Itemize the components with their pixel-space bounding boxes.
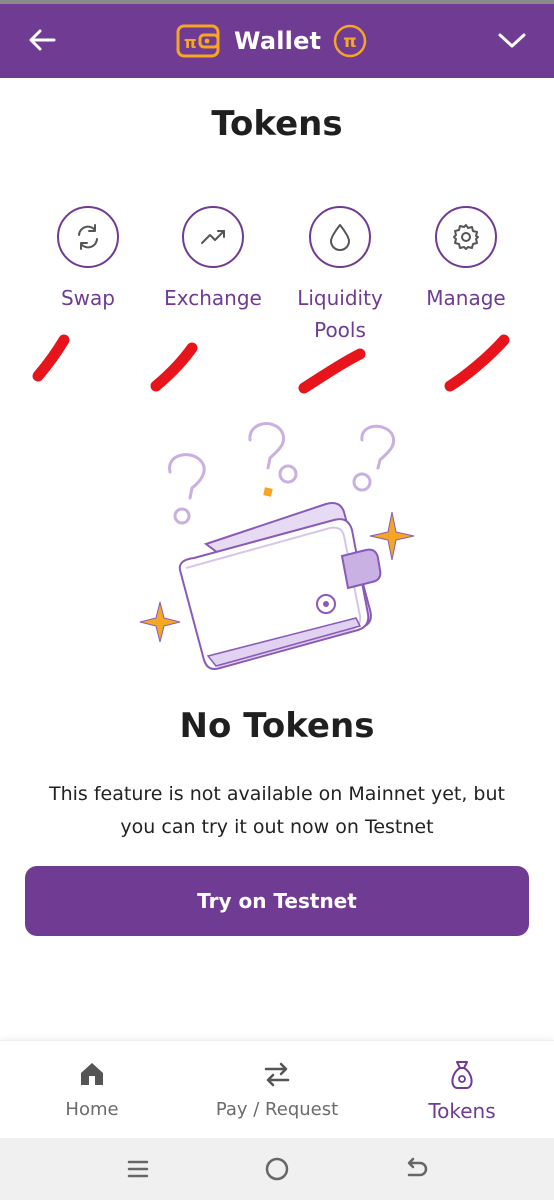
wallet-graphic <box>178 502 382 670</box>
manage-label: Manage <box>426 286 506 310</box>
money-bag-icon <box>451 1061 473 1089</box>
page-title: Tokens <box>211 104 343 144</box>
svg-text:π: π <box>343 32 356 52</box>
system-navigation-bar <box>0 1138 554 1200</box>
scribble-mark-2 <box>150 342 198 392</box>
trending-up-icon <box>201 230 225 244</box>
nav-item-home[interactable]: Home <box>0 1041 184 1139</box>
swap-label: Swap <box>60 286 115 310</box>
app-header: π Wallet π <box>0 4 554 78</box>
wallet-logo-icon: π <box>176 24 220 58</box>
nav-item-tokens[interactable]: Tokens <box>370 1041 554 1139</box>
manage-action[interactable]: Manage <box>406 206 526 314</box>
sparkle-icon-small <box>139 601 181 643</box>
empty-state-title: No Tokens <box>179 706 375 746</box>
swap-button[interactable] <box>57 206 119 268</box>
nav-item-pay-request[interactable]: Pay / Request <box>185 1041 369 1139</box>
transfer-icon <box>264 1062 290 1087</box>
exchange-label: Exchange <box>164 286 262 310</box>
chevron-down-icon[interactable] <box>492 22 532 58</box>
home-icon <box>81 1063 103 1085</box>
header-center[interactable]: π Wallet π <box>176 16 367 66</box>
liquidity-label-line1: Liquidity <box>297 286 383 310</box>
droplet-icon <box>330 224 350 251</box>
recents-icon[interactable] <box>118 1154 158 1184</box>
exchange-button[interactable] <box>182 206 244 268</box>
nav-label-tokens: Tokens <box>428 1099 496 1123</box>
pi-coin-icon: π <box>333 24 367 58</box>
scribble-mark-4 <box>444 334 510 392</box>
nav-label-pay-request: Pay / Request <box>215 1099 339 1120</box>
description-line-2: you can try it out now on Testnet <box>120 816 434 838</box>
swap-icon <box>78 224 98 250</box>
swap-action[interactable]: Swap <box>28 206 148 314</box>
nav-label-home: Home <box>65 1099 119 1120</box>
liquidity-pools-button[interactable] <box>309 206 371 268</box>
question-mark-icon <box>168 422 395 525</box>
gear-icon <box>453 224 479 250</box>
try-on-testnet-button[interactable]: Try on Testnet <box>25 866 529 936</box>
empty-state-description: This feature is not available on Mainnet… <box>30 778 524 844</box>
header-title: Wallet <box>234 27 322 55</box>
exchange-action[interactable]: Exchange <box>153 206 273 314</box>
arrow-left-icon[interactable] <box>22 22 62 58</box>
home-circle-icon[interactable] <box>257 1154 297 1184</box>
scribble-marks <box>32 334 510 394</box>
bottom-navigation: Home Pay / Request Tokens <box>0 1040 554 1139</box>
svg-text:π: π <box>184 33 197 52</box>
scribble-mark-3 <box>298 348 366 394</box>
back-icon[interactable] <box>396 1154 436 1184</box>
empty-wallet-illustration <box>139 422 415 670</box>
scribble-mark-1 <box>32 334 70 382</box>
manage-button[interactable] <box>435 206 497 268</box>
description-line-1: This feature is not available on Mainnet… <box>49 783 505 805</box>
